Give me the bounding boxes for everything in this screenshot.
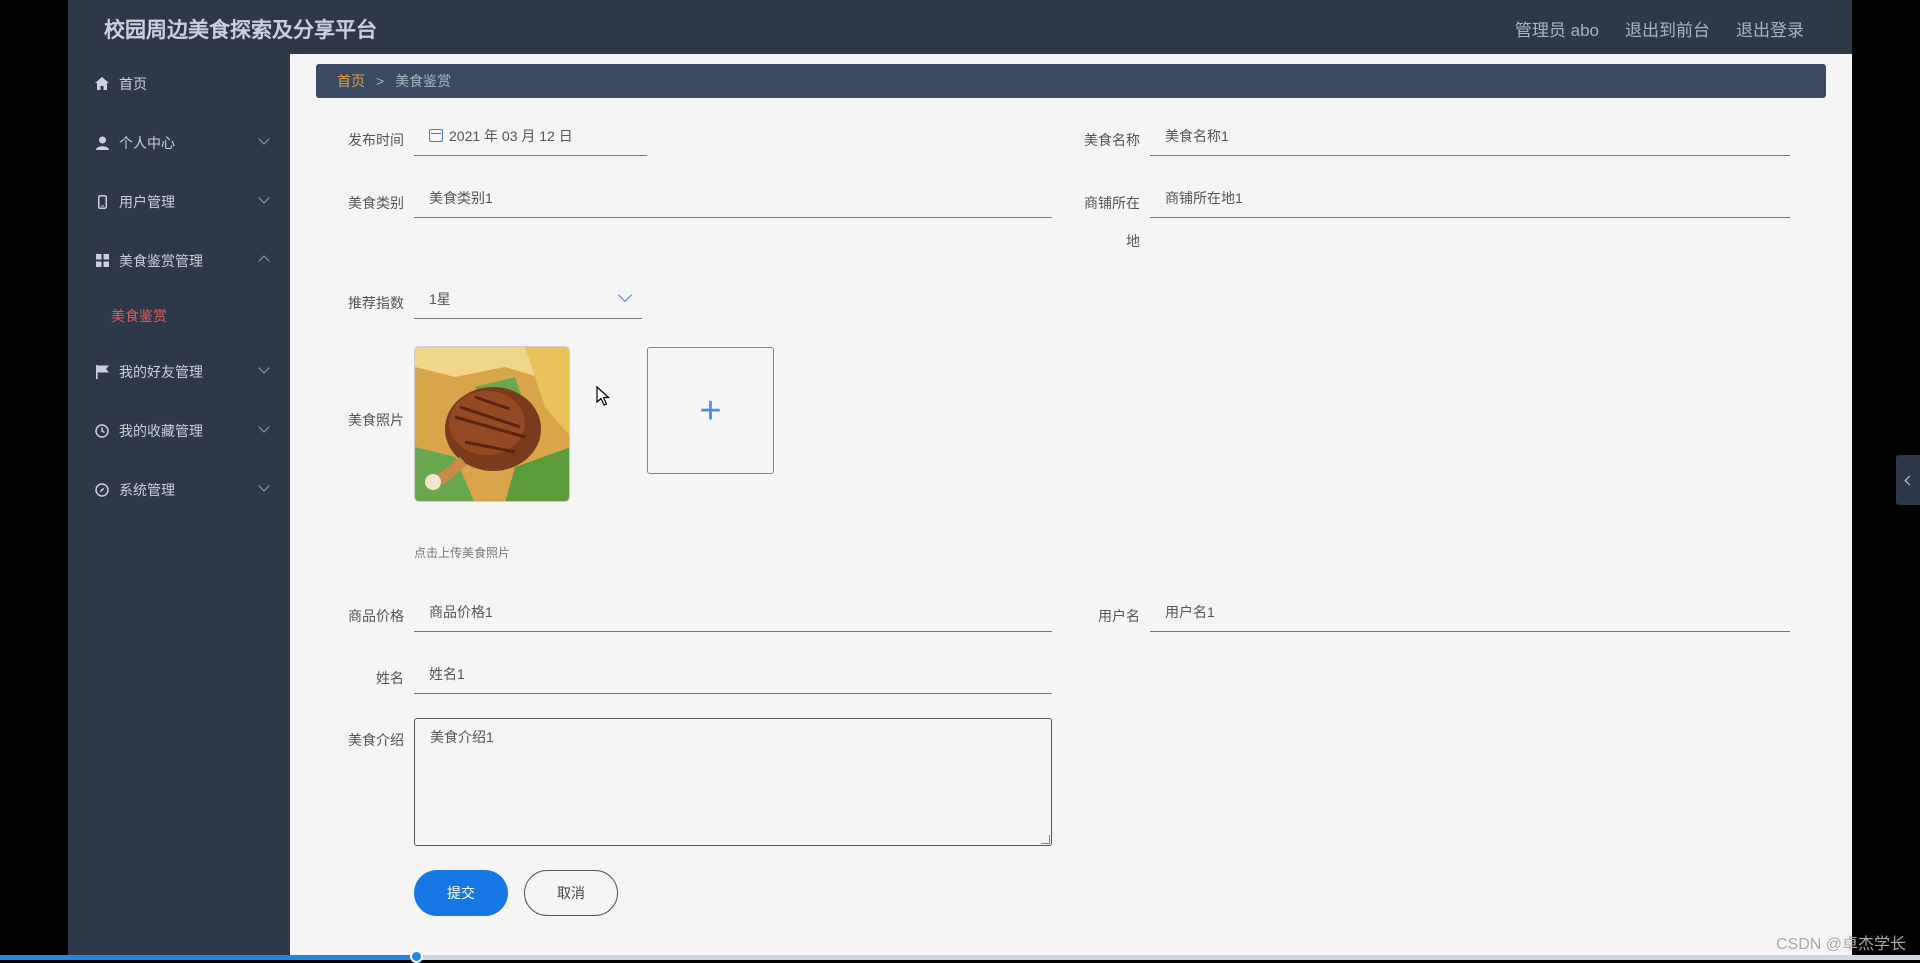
intro-textarea[interactable]: 美食介绍1 [414, 718, 1052, 846]
username-label: 用户名 [1098, 608, 1140, 624]
breadcrumb: 首页 > 美食鉴赏 [316, 64, 1826, 98]
rating-label: 推荐指数 [348, 295, 404, 311]
sidebar-item-label: 个人中心 [119, 134, 175, 151]
name-input[interactable]: 姓名1 [414, 654, 1052, 694]
submit-button[interactable]: 提交 [414, 870, 508, 916]
app-title: 校园周边美食探索及分享平台 [104, 19, 377, 42]
price-label: 商品价格 [348, 608, 404, 624]
food-name-input[interactable]: 美食名称1 [1150, 116, 1790, 156]
progress-handle[interactable] [410, 950, 423, 963]
breadcrumb-current: 美食鉴赏 [395, 73, 452, 89]
sidebar-item-label: 我的收藏管理 [119, 422, 203, 439]
clock-icon [94, 423, 110, 439]
food-name-label: 美食名称 [1084, 132, 1140, 148]
food-photo-thumbnail[interactable] [414, 346, 570, 502]
logout-link[interactable]: 退出登录 [1736, 16, 1804, 41]
user-icon [94, 135, 110, 151]
sidebar-item-label: 美食鉴赏管理 [119, 252, 203, 269]
grilled-chicken-image [415, 347, 569, 501]
plus-icon: + [699, 389, 722, 432]
sidebar-item-label: 系统管理 [119, 481, 175, 498]
intro-value: 美食介绍1 [430, 729, 494, 745]
price-input[interactable]: 商品价格1 [414, 592, 1052, 632]
price-value: 商品价格1 [429, 603, 493, 620]
resize-handle-icon[interactable] [1041, 835, 1050, 844]
username-value: 用户名1 [1165, 603, 1215, 620]
rating-value: 1星 [429, 290, 451, 307]
sidebar-subitem-food-appreciation[interactable]: 美食鉴赏 [68, 290, 290, 342]
username-input[interactable]: 用户名1 [1150, 592, 1790, 632]
publish-time-date-picker[interactable]: 2021 年 03 月 12 日 [414, 116, 647, 156]
sidebar: 首页 个人中心 用户管理 美食鉴赏管理 美食鉴赏 我的好友管理 我的收藏管理 系… [68, 54, 290, 960]
publish-time-value: 2021 年 03 月 12 日 [449, 127, 573, 144]
shop-location-input[interactable]: 商铺所在地1 [1150, 178, 1790, 218]
phone-icon [94, 194, 110, 210]
chevron-down-icon [258, 133, 270, 145]
top-links: 管理员 abo 退出到前台 退出登录 [1515, 16, 1804, 41]
breadcrumb-separator: > [376, 73, 385, 89]
sidebar-item-food-appreciation-management[interactable]: 美食鉴赏管理 [68, 231, 290, 290]
sidebar-item-label: 首页 [119, 75, 147, 92]
compass-icon [94, 482, 110, 498]
app-window: 校园周边美食探索及分享平台 管理员 abo 退出到前台 退出登录 首页 个人中心… [68, 0, 1852, 960]
food-name-value: 美食名称1 [1165, 127, 1229, 144]
chevron-down-icon [258, 480, 270, 492]
chevron-down-icon [258, 192, 270, 204]
upload-hint: 点击上传美食照片 [414, 546, 511, 560]
grid-icon [94, 253, 110, 269]
chevron-down-icon [258, 421, 270, 433]
food-category-label: 美食类别 [348, 195, 404, 211]
shop-location-label-line2: 地 [1126, 233, 1140, 249]
intro-label: 美食介绍 [348, 732, 404, 748]
name-value: 姓名1 [429, 665, 465, 682]
breadcrumb-home-link[interactable]: 首页 [337, 71, 365, 91]
chevron-down-icon [617, 287, 633, 303]
chevron-left-icon [1904, 475, 1915, 485]
sidebar-item-label: 我的好友管理 [119, 363, 203, 380]
chevron-up-icon [258, 255, 270, 267]
collapse-panel-button[interactable] [1896, 455, 1920, 505]
food-category-input[interactable]: 美食类别1 [414, 178, 1052, 218]
sidebar-item-user-management[interactable]: 用户管理 [68, 172, 290, 231]
shop-location-label-line1: 商铺所在 [1084, 195, 1140, 211]
calendar-icon [429, 129, 443, 142]
progress-fill [0, 955, 417, 960]
food-edit-form: 发布时间 2021 年 03 月 12 日 美食名称 美食名称1 美食类别 美食… [316, 110, 1826, 960]
name-label: 姓名 [376, 670, 404, 686]
rating-select[interactable]: 1星 [414, 279, 642, 319]
food-category-value: 美食类别1 [429, 189, 493, 206]
admin-user-link[interactable]: 管理员 abo [1515, 16, 1599, 41]
sidebar-item-home[interactable]: 首页 [68, 54, 290, 113]
publish-time-label: 发布时间 [348, 132, 404, 148]
sidebar-item-personal-center[interactable]: 个人中心 [68, 113, 290, 172]
sidebar-item-label: 用户管理 [119, 193, 175, 210]
home-icon [94, 76, 110, 92]
top-bar: 校园周边美食探索及分享平台 管理员 abo 退出到前台 退出登录 [68, 0, 1852, 54]
shop-location-value: 商铺所在地1 [1165, 189, 1243, 206]
food-photo-label: 美食照片 [348, 412, 404, 428]
sidebar-item-favorites-management[interactable]: 我的收藏管理 [68, 401, 290, 460]
flag-icon [94, 364, 110, 380]
upload-photo-button[interactable]: + [647, 347, 774, 474]
watermark: CSDN @卓杰学长 [1775, 936, 1906, 953]
cancel-button[interactable]: 取消 [524, 870, 618, 916]
chevron-down-icon [258, 362, 270, 374]
sidebar-item-friends-management[interactable]: 我的好友管理 [68, 342, 290, 401]
sidebar-item-system-management[interactable]: 系统管理 [68, 460, 290, 519]
exit-to-frontend-link[interactable]: 退出到前台 [1625, 16, 1710, 41]
